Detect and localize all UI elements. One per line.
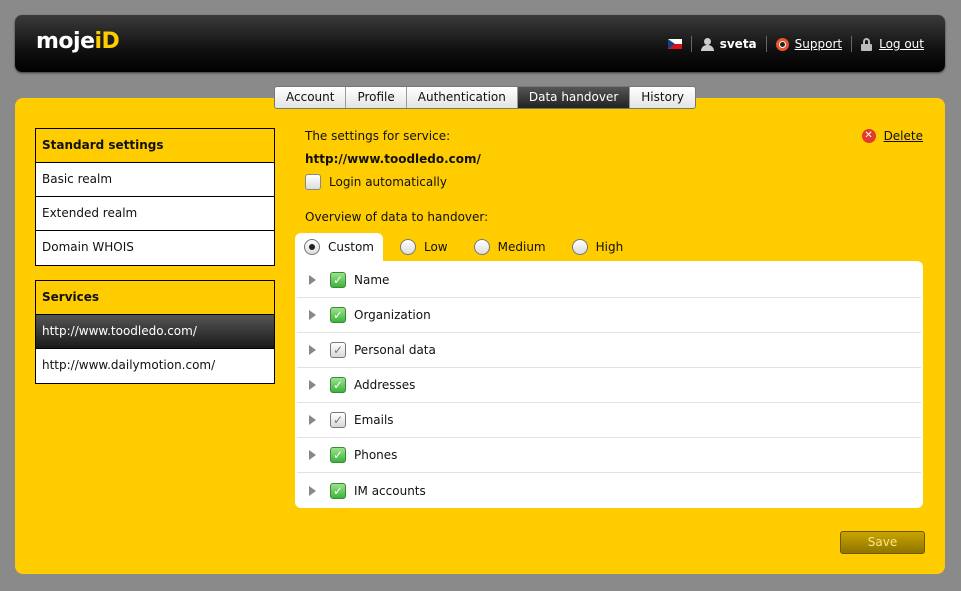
radio-high[interactable] — [571, 239, 588, 255]
logo-accent-text: iD — [94, 29, 120, 54]
expand-triangle-icon[interactable] — [309, 450, 316, 460]
list-item[interactable]: ✓ Organization — [297, 298, 921, 333]
user-icon — [700, 37, 714, 51]
login-automatically-checkbox[interactable] — [305, 174, 321, 190]
delete-service[interactable]: ✕ Delete — [861, 129, 923, 143]
expand-triangle-icon[interactable] — [309, 345, 316, 355]
header-user-menu: sveta Support Log out — [667, 35, 924, 53]
expand-triangle-icon[interactable] — [309, 415, 316, 425]
username-label: sveta — [719, 37, 757, 51]
data-items-list: ✓ Name ✓ Organization ✓ Personal data ✓ … — [295, 261, 923, 508]
item-label: Personal data — [354, 343, 436, 357]
top-header-bar: mojeiD sveta Support Log out — [15, 15, 945, 72]
level-high[interactable]: High — [563, 233, 633, 261]
level-high-label: High — [595, 240, 624, 254]
expand-triangle-icon[interactable] — [309, 275, 316, 285]
checkbox-organization[interactable]: ✓ — [330, 307, 346, 323]
checkbox-personal-data[interactable]: ✓ — [330, 342, 346, 358]
item-label: Emails — [354, 413, 394, 427]
lifebuoy-icon — [775, 37, 789, 51]
checkbox-emails[interactable]: ✓ — [330, 412, 346, 428]
divider — [690, 36, 692, 52]
radio-custom[interactable] — [304, 239, 320, 255]
main-tabs: Account Profile Authentication Data hand… — [274, 86, 696, 109]
level-medium[interactable]: Medium — [465, 233, 555, 261]
settings-for-label: The settings for service: — [305, 129, 451, 143]
support-link[interactable]: Support — [795, 37, 842, 51]
list-item[interactable]: ✓ Personal data — [297, 333, 921, 368]
item-label: Addresses — [354, 378, 416, 392]
login-automatically-row[interactable]: Login automatically — [305, 174, 447, 190]
expand-triangle-icon[interactable] — [309, 380, 316, 390]
logout-link[interactable]: Log out — [879, 37, 924, 51]
czech-flag-icon[interactable] — [667, 39, 682, 49]
expand-triangle-icon[interactable] — [309, 310, 316, 320]
delete-link[interactable]: Delete — [884, 129, 923, 143]
checkbox-addresses[interactable]: ✓ — [330, 377, 346, 393]
service-url: http://www.toodledo.com/ — [305, 152, 481, 166]
services-heading: Services — [36, 281, 274, 315]
sidebar-item-domain-whois[interactable]: Domain WHOIS — [36, 231, 274, 265]
delete-icon: ✕ — [861, 129, 876, 143]
item-label: Phones — [354, 448, 398, 462]
logo-text: moje — [36, 29, 95, 54]
level-custom[interactable]: Custom — [295, 233, 383, 261]
tab-history[interactable]: History — [630, 87, 695, 108]
handover-level-selector: Custom Low Medium High — [295, 233, 640, 261]
sidebar-item-basic-realm[interactable]: Basic realm — [36, 163, 274, 197]
overview-label: Overview of data to handover: — [305, 210, 489, 224]
mojeid-logo[interactable]: mojeiD — [36, 29, 120, 54]
lock-icon — [861, 37, 873, 51]
list-item[interactable]: ✓ IM accounts — [297, 473, 921, 508]
tab-profile[interactable]: Profile — [346, 87, 407, 108]
sidebar-item-service-dailymotion[interactable]: http://www.dailymotion.com/ — [36, 349, 274, 383]
expand-triangle-icon[interactable] — [309, 485, 316, 496]
checkbox-phones[interactable]: ✓ — [330, 447, 346, 463]
save-button[interactable]: Save — [840, 531, 925, 554]
main-panel: Standard settings Basic realm Extended r… — [15, 98, 945, 574]
item-label: IM accounts — [354, 483, 426, 498]
radio-medium[interactable] — [473, 239, 490, 255]
tab-authentication[interactable]: Authentication — [406, 87, 518, 108]
services-box: Services http://www.toodledo.com/ http:/… — [35, 280, 275, 384]
level-low[interactable]: Low — [391, 233, 457, 261]
list-item[interactable]: ✓ Emails — [297, 403, 921, 438]
list-item[interactable]: ✓ Name — [297, 263, 921, 298]
level-medium-label: Medium — [497, 240, 546, 254]
item-label: Name — [354, 273, 390, 287]
level-low-label: Low — [423, 240, 448, 254]
level-custom-label: Custom — [328, 240, 374, 254]
standard-settings-box: Standard settings Basic realm Extended r… — [35, 128, 275, 266]
tab-data-handover[interactable]: Data handover — [517, 87, 631, 108]
standard-settings-heading: Standard settings — [36, 129, 274, 163]
divider — [851, 36, 853, 52]
checkbox-name[interactable]: ✓ — [330, 272, 346, 288]
sidebar-item-service-toodledo[interactable]: http://www.toodledo.com/ — [36, 315, 274, 349]
tab-account[interactable]: Account — [275, 87, 347, 108]
item-label: Organization — [354, 308, 431, 322]
login-automatically-label: Login automatically — [329, 175, 447, 189]
divider — [765, 36, 767, 52]
list-item[interactable]: ✓ Phones — [297, 438, 921, 473]
radio-low[interactable] — [399, 239, 416, 255]
list-item[interactable]: ✓ Addresses — [297, 368, 921, 403]
checkbox-im-accounts[interactable]: ✓ — [330, 482, 346, 499]
sidebar-item-extended-realm[interactable]: Extended realm — [36, 197, 274, 231]
